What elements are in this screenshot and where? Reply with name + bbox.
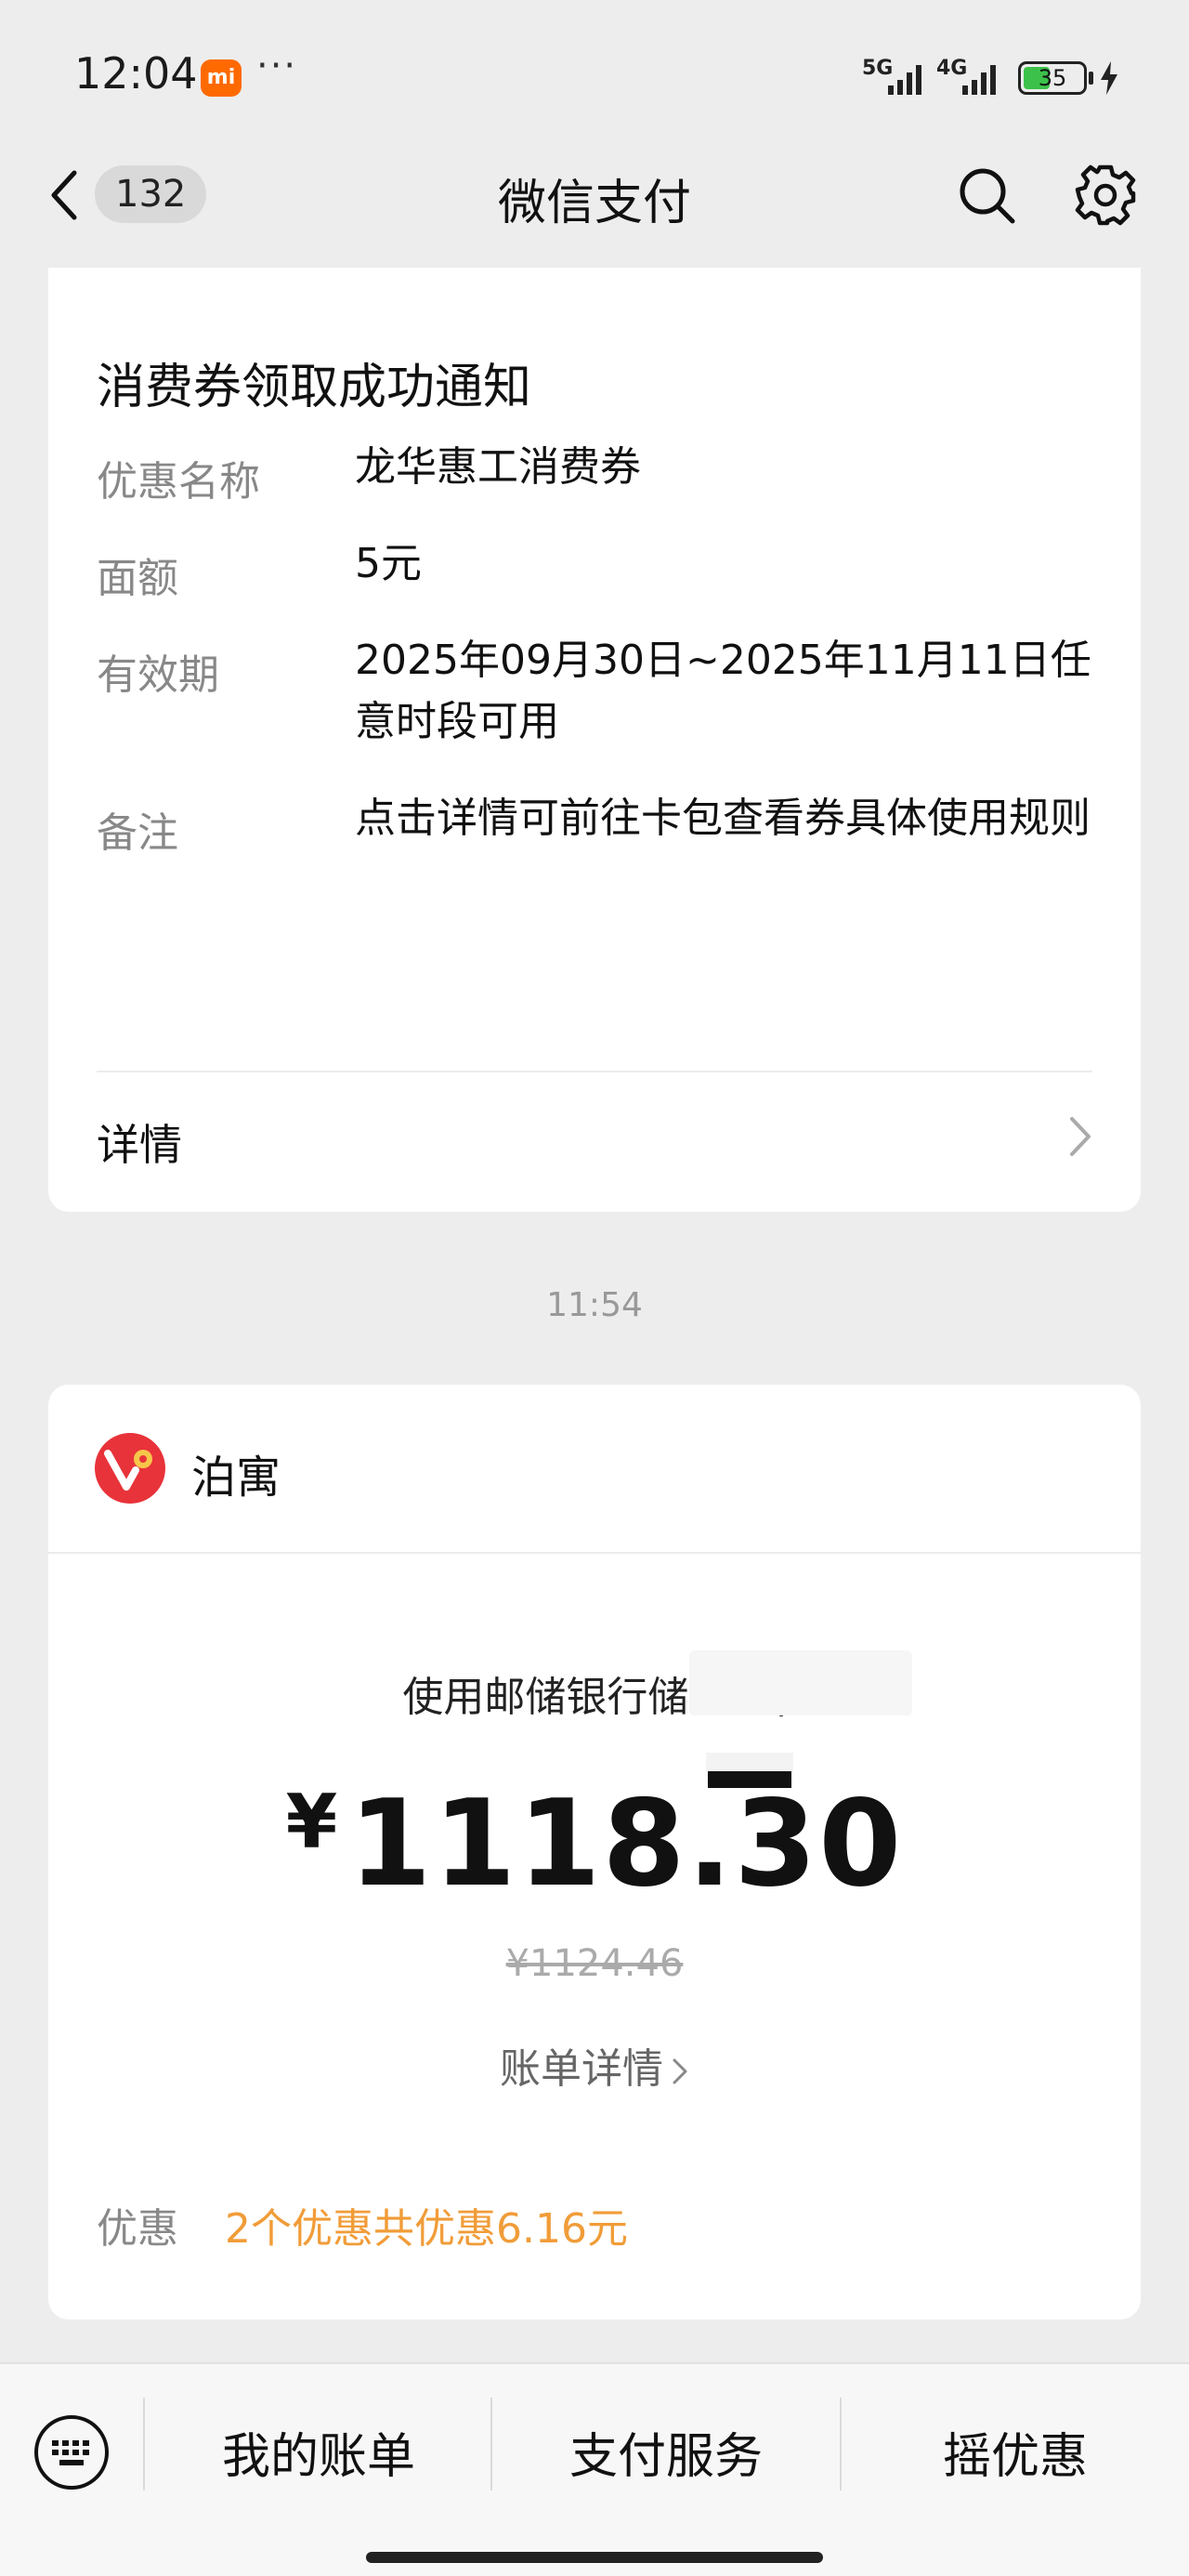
redaction-mask: [706, 1753, 793, 1771]
bill-details-link[interactable]: 账单详情: [48, 2035, 1141, 2095]
bottom-menu-bar: 我的账单 支付服务 摇优惠: [0, 2362, 1189, 2576]
chevron-right-icon: [1070, 1117, 1091, 1156]
discount-value: 2个优惠共优惠6.16元: [225, 2205, 628, 2253]
card-title: 消费券领取成功通知: [97, 360, 532, 415]
signal-5g-icon: 5G: [862, 57, 921, 95]
merchant-name: 泊寓: [191, 1452, 281, 1504]
merchant-logo: [95, 1433, 165, 1504]
remark-value: 点击详情可前往卡包查看券具体使用规则: [355, 795, 1091, 842]
currency-symbol: ¥: [285, 1779, 338, 1865]
status-time: 12:04: [74, 48, 198, 99]
status-bar: 12:04 mi ··· 5G 4G 35: [0, 0, 1189, 149]
menu-shake-discount[interactable]: 摇优惠: [842, 2420, 1189, 2494]
unread-count-badge[interactable]: 132: [95, 165, 207, 223]
details-label: 详情: [97, 1120, 182, 1170]
face-value-label: 面额: [97, 555, 178, 602]
payment-notification-card[interactable]: 泊寓 使用邮储银行储蓄卡( ¥1118.30 ¥1124.46 账单详情 优惠 …: [48, 1385, 1141, 2320]
bill-details-label: 账单详情: [500, 2045, 663, 2093]
message-list[interactable]: 消费券领取成功通知 优惠名称 龙华惠工消费券 面额 5元 有效期 2025年09…: [0, 266, 1189, 2362]
original-price: ¥1124.46: [505, 1942, 684, 1985]
validity-label: 有效期: [97, 651, 219, 699]
battery-icon: 35: [1018, 61, 1087, 95]
remark-label: 备注: [97, 809, 178, 857]
amount-value: 1118.30: [348, 1775, 904, 1913]
search-icon[interactable]: [957, 165, 1016, 225]
coupon-name-label: 优惠名称: [97, 458, 260, 506]
chevron-right-icon: [673, 2058, 687, 2084]
menu-my-bills[interactable]: 我的账单: [145, 2420, 492, 2494]
redaction-mask: [689, 1650, 912, 1715]
signal-5g-label: 5G: [862, 57, 893, 80]
charging-icon: [1101, 61, 1117, 95]
home-indicator[interactable]: [366, 2552, 823, 2563]
more-notifications-icon: ···: [256, 45, 298, 87]
coupon-name-value: 龙华惠工消费券: [355, 443, 641, 491]
payment-amount: ¥1118.30: [48, 1775, 1141, 1913]
discount-label: 优惠: [97, 2205, 178, 2253]
message-timestamp: 11:54: [546, 1286, 643, 1324]
details-link[interactable]: 详情: [48, 1074, 1141, 1204]
battery-level: 35: [1038, 65, 1067, 91]
redaction-mark: [708, 1771, 791, 1788]
mi-app-icon: mi: [201, 59, 242, 97]
signal-4g-label: 4G: [936, 57, 967, 80]
validity-value: 2025年09月30日~2025年11月11日任意时段可用: [355, 637, 1091, 745]
back-icon[interactable]: [46, 167, 84, 223]
coupon-notification-card[interactable]: 消费券领取成功通知 优惠名称 龙华惠工消费券 面额 5元 有效期 2025年09…: [48, 266, 1141, 1212]
merchant-logo-icon: [104, 1450, 152, 1491]
signal-4g-icon: 4G: [936, 57, 996, 95]
face-value-value: 5元: [355, 540, 422, 587]
payment-method: 使用邮储银行储蓄卡(: [402, 1674, 787, 1721]
keyboard-icon[interactable]: [32, 2412, 111, 2492]
menu-payment-services[interactable]: 支付服务: [492, 2420, 840, 2494]
gear-icon[interactable]: [1074, 164, 1137, 227]
